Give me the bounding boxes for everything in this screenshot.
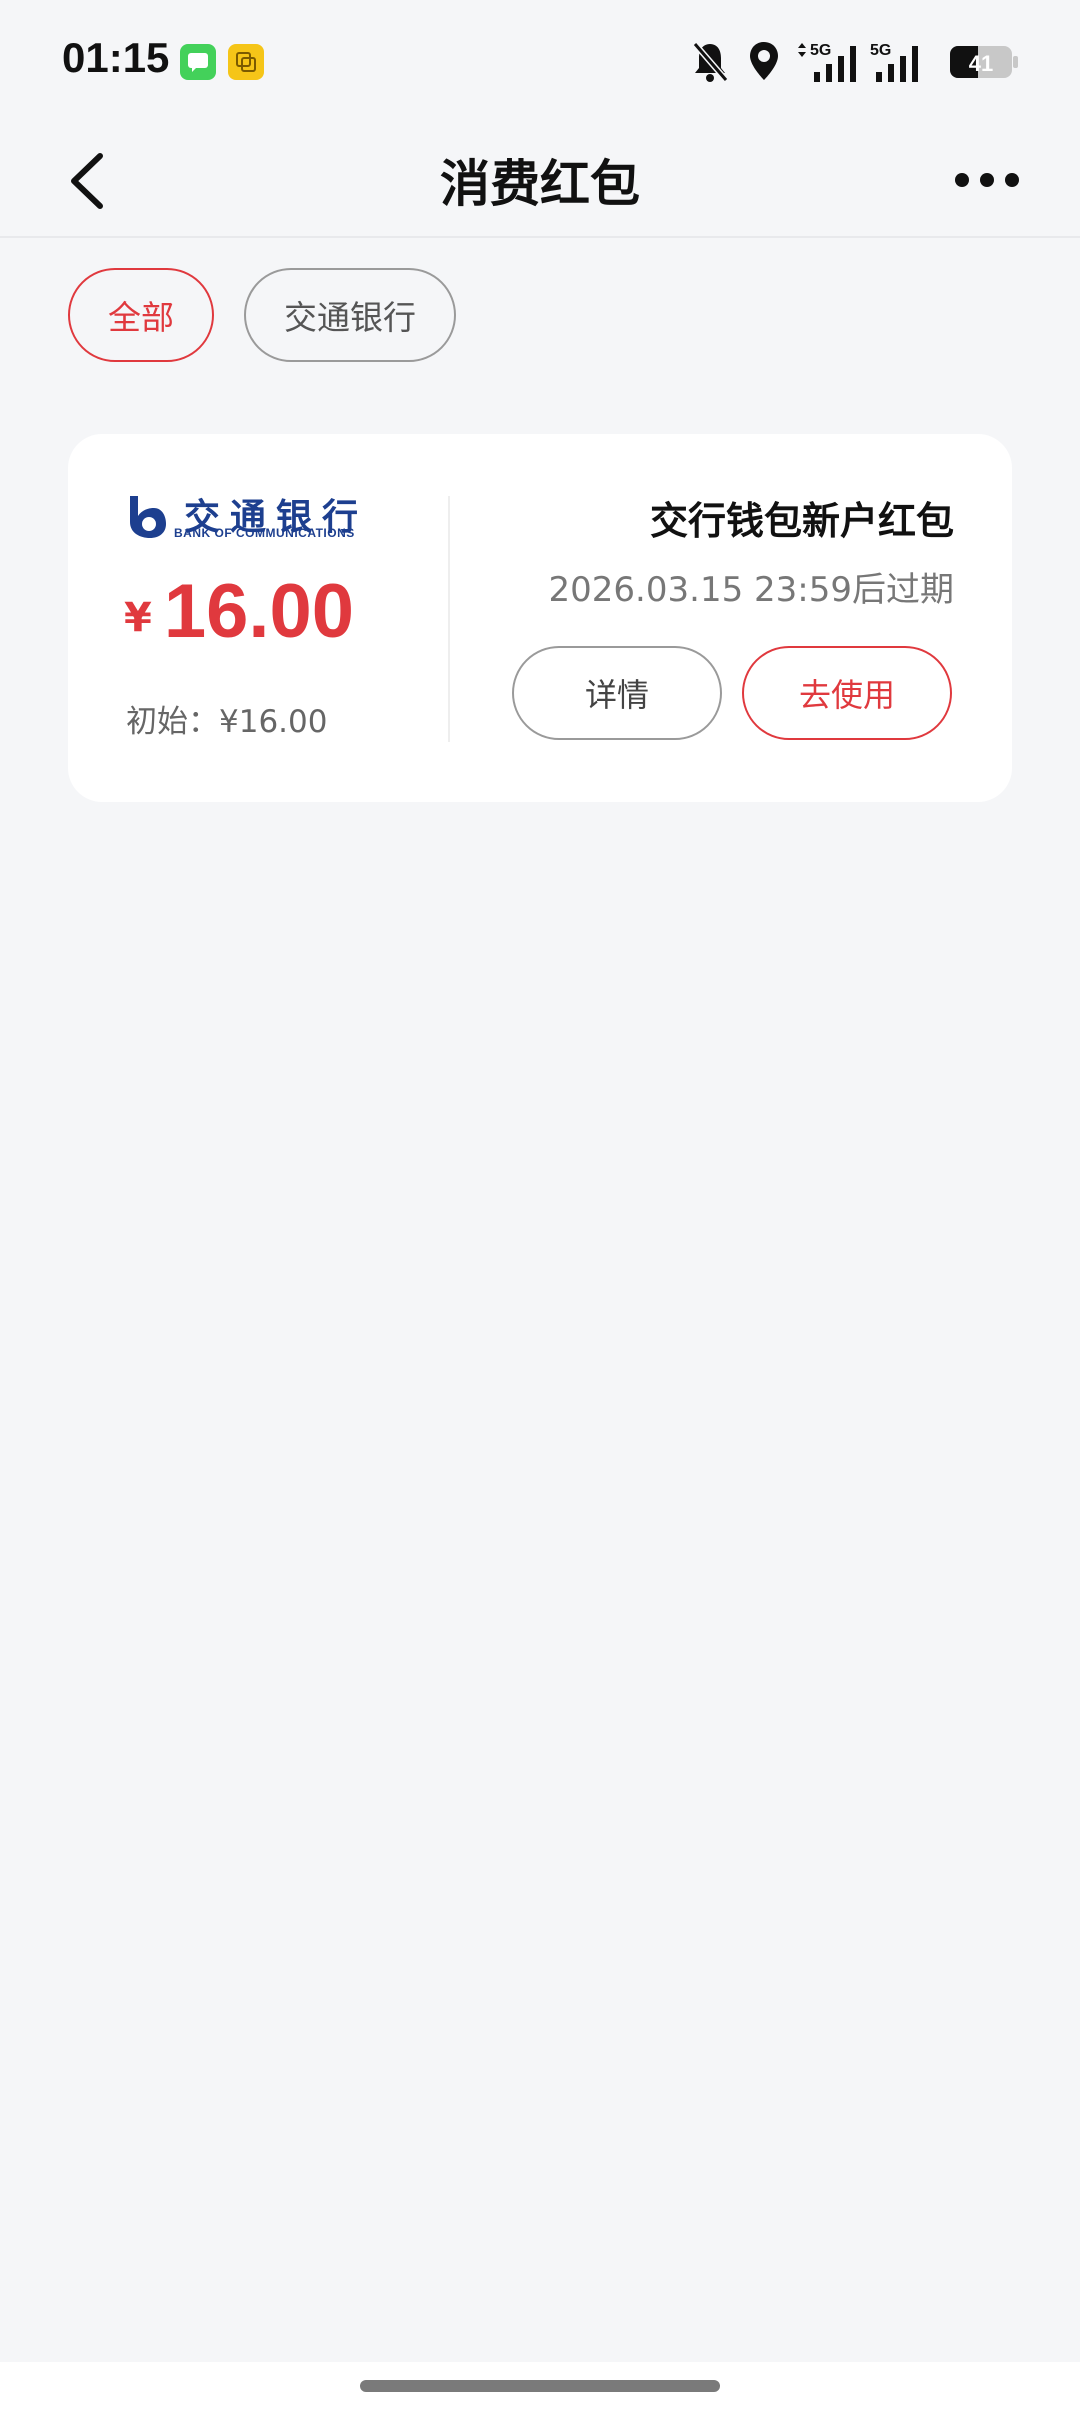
notes-app-icon xyxy=(228,44,264,80)
battery-icon: 41 xyxy=(950,46,1018,78)
initial-amount: 初始：¥16.00 xyxy=(126,704,328,740)
page-title: 消费红包 xyxy=(440,155,640,213)
tab-bank-of-communications[interactable]: 交通银行 xyxy=(244,268,456,362)
svg-text:41: 41 xyxy=(969,51,993,76)
status-bar: 01:15 5G 5G 41 xyxy=(0,0,1080,124)
bell-muted-icon xyxy=(692,42,729,82)
card-divider xyxy=(448,496,450,742)
5g-signal-icon: 5G xyxy=(798,42,856,82)
use-button[interactable]: 去使用 xyxy=(742,646,952,740)
bank-logo: 交通银行 BANK OF COMMUNICATIONS xyxy=(124,490,384,546)
bank-name-en: BANK OF COMMUNICATIONS xyxy=(174,526,355,540)
amount-value: 16.00 xyxy=(163,569,355,654)
more-button[interactable] xyxy=(952,160,1022,200)
svg-text:5G: 5G xyxy=(810,42,831,59)
gesture-bar xyxy=(0,2362,1080,2412)
messages-app-icon xyxy=(180,44,216,80)
more-dots-icon xyxy=(955,173,1019,187)
home-indicator[interactable] xyxy=(360,2380,720,2392)
svg-text:5G: 5G xyxy=(870,42,891,59)
5g-signal-icon: 5G xyxy=(870,42,918,82)
coupon-card[interactable]: 交通银行 BANK OF COMMUNICATIONS ¥16.00 初始：¥1… xyxy=(68,434,1012,802)
nav-bar: 消费红包 xyxy=(0,124,1080,238)
coupon-amount: ¥16.00 xyxy=(124,568,354,655)
location-icon xyxy=(750,42,778,80)
coupon-expiry: 2026.03.15 23:59后过期 xyxy=(548,570,954,610)
status-time: 01:15 xyxy=(62,34,170,81)
tab-all[interactable]: 全部 xyxy=(68,268,214,362)
bank-of-communications-logo-icon xyxy=(130,496,166,538)
coupon-title: 交行钱包新户红包 xyxy=(649,499,954,543)
detail-button[interactable]: 详情 xyxy=(512,646,722,740)
currency-symbol: ¥ xyxy=(124,595,152,641)
